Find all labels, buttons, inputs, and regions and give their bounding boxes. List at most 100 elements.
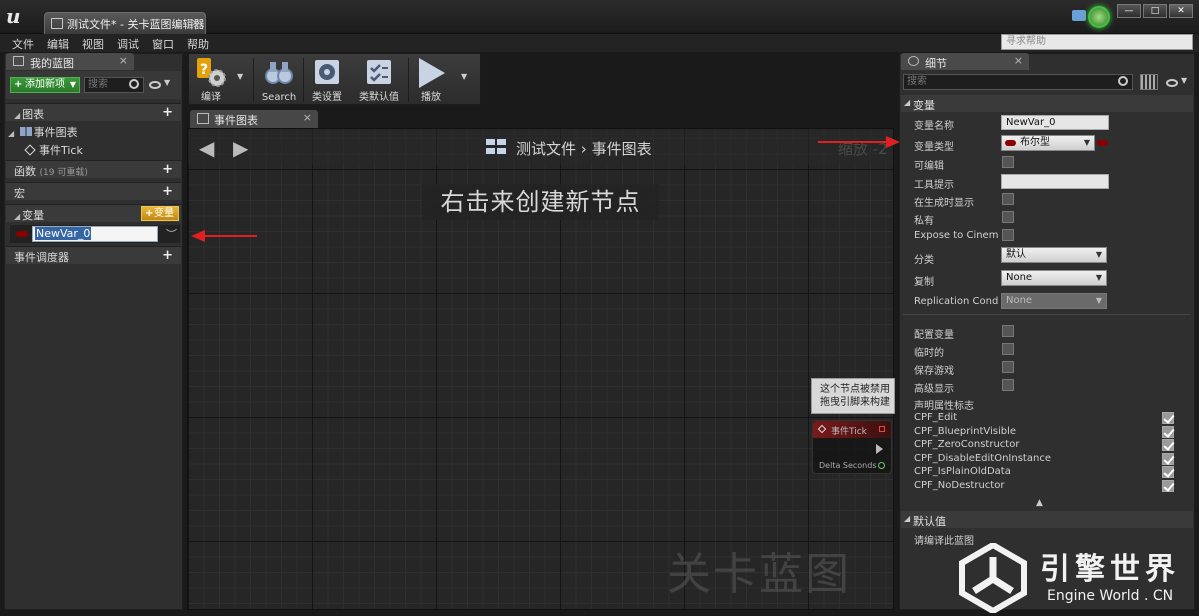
help-search-input[interactable]: 寻求帮助 bbox=[1001, 34, 1193, 50]
delegate-pin-icon[interactable] bbox=[879, 426, 885, 432]
event-graph-icon bbox=[486, 139, 506, 155]
prop-label-transient: 临时的 bbox=[914, 348, 944, 359]
category-value: 默认 bbox=[1006, 249, 1026, 260]
section-macros-label: 宏 bbox=[14, 187, 25, 200]
menu-help[interactable]: 帮助 bbox=[187, 34, 222, 52]
transient-checkbox[interactable] bbox=[1002, 343, 1014, 355]
tab-event-graph[interactable]: 事件图表 × bbox=[190, 110, 318, 128]
add-graph-button[interactable]: + bbox=[162, 105, 173, 120]
prop-label-variable-name: 变量名称 bbox=[914, 121, 954, 132]
add-new-button[interactable]: + 添加新项 ▼ bbox=[10, 77, 80, 93]
compile-label: 编译 bbox=[201, 92, 221, 103]
level-blueprint-watermark: 关卡蓝图 bbox=[667, 549, 851, 600]
collapse-advanced-icon[interactable]: ▲ bbox=[1036, 498, 1043, 508]
tree-item-event-graph[interactable]: ◢ 事件图表 bbox=[8, 124, 178, 140]
search-icon[interactable] bbox=[1118, 76, 1128, 86]
chevron-down-icon[interactable]: ︶ bbox=[166, 226, 177, 242]
prop-label-private: 私有 bbox=[914, 216, 934, 227]
section-event-dispatchers[interactable]: 事件调度器 + bbox=[6, 246, 181, 264]
replication-condition-dropdown[interactable]: None ▼ bbox=[1001, 293, 1107, 309]
save-game-checkbox[interactable] bbox=[1002, 361, 1014, 373]
chevron-down-icon[interactable]: ▼ bbox=[164, 78, 170, 87]
tab-details[interactable]: 细节 × bbox=[901, 53, 1029, 70]
class-defaults-button[interactable]: 类默认值 bbox=[355, 54, 403, 106]
document-tab[interactable]: 测试文件* - 关卡蓝图编辑器 × bbox=[44, 12, 206, 34]
minimize-button[interactable]: — bbox=[1117, 4, 1141, 18]
close-window-button[interactable]: ✕ bbox=[1169, 4, 1193, 18]
eye-icon[interactable] bbox=[149, 81, 161, 89]
add-event-dispatcher-button[interactable]: + bbox=[162, 248, 173, 263]
compile-button[interactable]: ? 编译 bbox=[191, 54, 231, 106]
menu-debug[interactable]: 调试 bbox=[117, 34, 152, 52]
section-variables-label: 变量 bbox=[22, 209, 45, 222]
unreal-source-control-icon[interactable] bbox=[1088, 6, 1110, 28]
close-icon[interactable]: × bbox=[191, 16, 200, 29]
section-default-value[interactable]: ◢ 默认值 bbox=[901, 511, 1193, 528]
class-settings-button[interactable]: 类设置 bbox=[307, 54, 347, 106]
engine-world-name: 引擎世界 bbox=[1040, 552, 1180, 587]
flag-label: CPF_Edit bbox=[914, 412, 958, 423]
close-icon[interactable]: × bbox=[1014, 54, 1023, 67]
tab-event-graph-label: 事件图表 bbox=[214, 114, 258, 127]
category-dropdown[interactable]: 默认 ▼ bbox=[1001, 247, 1107, 263]
menu-edit[interactable]: 编辑 bbox=[47, 34, 82, 52]
compile-options-chevron-icon[interactable]: ▼ bbox=[237, 72, 243, 81]
checklist-icon bbox=[367, 60, 391, 84]
chevron-down-icon[interactable]: ▼ bbox=[1181, 76, 1187, 85]
property-matrix-icon[interactable] bbox=[1140, 74, 1158, 90]
feedback-icon[interactable] bbox=[1072, 10, 1086, 21]
container-type-pill-icon[interactable] bbox=[1097, 140, 1108, 146]
section-variable-label: 变量 bbox=[913, 99, 935, 112]
menu-window[interactable]: 窗口 bbox=[152, 34, 187, 52]
section-graphs[interactable]: ◢ 图表 + bbox=[6, 103, 181, 121]
editable-checkbox[interactable] bbox=[1002, 156, 1014, 168]
annotation-arrow-variable bbox=[191, 230, 257, 242]
config-variable-checkbox[interactable] bbox=[1002, 325, 1014, 337]
add-function-button[interactable]: + bbox=[162, 162, 173, 177]
breadcrumb: 测试文件 › 事件图表 bbox=[516, 138, 652, 159]
exec-output-pin-icon[interactable] bbox=[876, 444, 883, 454]
tooltip-field[interactable] bbox=[1001, 174, 1109, 189]
tab-my-blueprint[interactable]: 我的蓝图 × bbox=[6, 53, 134, 70]
section-variable[interactable]: ◢ 变量 bbox=[901, 95, 1193, 112]
event-tick-label: 事件Tick bbox=[39, 144, 83, 157]
section-macros[interactable]: 宏 + bbox=[6, 182, 181, 200]
play-options-chevron-icon[interactable]: ▼ bbox=[461, 72, 467, 81]
maximize-button[interactable]: □ bbox=[1143, 4, 1167, 18]
section-event-dispatchers-label: 事件调度器 bbox=[14, 251, 69, 264]
menu-view[interactable]: 视图 bbox=[82, 34, 117, 52]
event-tick-node-header[interactable]: 事件Tick bbox=[813, 421, 891, 438]
section-functions[interactable]: 函数 (19 可重载) + bbox=[6, 160, 181, 178]
add-macro-button[interactable]: + bbox=[162, 184, 173, 199]
breadcrumb-root[interactable]: 测试文件 bbox=[516, 140, 576, 158]
advanced-display-checkbox[interactable] bbox=[1002, 379, 1014, 391]
search-button[interactable]: Search bbox=[259, 54, 299, 106]
close-icon[interactable]: × bbox=[119, 54, 128, 67]
unreal-logo-icon[interactable]: u bbox=[6, 4, 28, 28]
variable-name-input[interactable]: NewVar_0 bbox=[32, 226, 158, 242]
expose-cinematics-checkbox[interactable] bbox=[1002, 229, 1014, 241]
delta-seconds-pin-icon[interactable] bbox=[878, 462, 885, 469]
variable-row[interactable]: NewVar_0 ︶ bbox=[10, 225, 180, 243]
divider bbox=[903, 314, 1191, 315]
event-tick-node[interactable]: 事件Tick Delta Seconds bbox=[812, 420, 892, 474]
plus-icon: + bbox=[14, 79, 23, 90]
search-icon[interactable] bbox=[129, 79, 139, 89]
private-checkbox[interactable] bbox=[1002, 211, 1014, 223]
replication-dropdown[interactable]: None ▼ bbox=[1001, 270, 1107, 286]
play-button[interactable]: 播放 bbox=[411, 54, 451, 106]
show-on-spawn-checkbox[interactable] bbox=[1002, 193, 1014, 205]
details-search-input[interactable]: 搜索 bbox=[903, 74, 1133, 90]
eye-icon[interactable] bbox=[1166, 79, 1178, 87]
document-tab-label: 测试文件* - 关卡蓝图编辑器 bbox=[67, 18, 205, 31]
tree-item-event-tick[interactable]: 事件Tick bbox=[24, 142, 176, 158]
flag-label: CPF_IsPlainOldData bbox=[914, 466, 1011, 477]
variable-type-dropdown[interactable]: 布尔型 ▼ bbox=[1001, 135, 1095, 151]
variable-name-field[interactable]: NewVar_0 bbox=[1001, 115, 1109, 130]
menu-file[interactable]: 文件 bbox=[12, 34, 47, 52]
back-arrow-icon[interactable]: ◀ bbox=[199, 136, 214, 160]
expand-triangle-icon: ◢ bbox=[14, 212, 21, 221]
close-icon[interactable]: × bbox=[303, 111, 312, 124]
forward-arrow-icon[interactable]: ▶ bbox=[233, 136, 248, 160]
add-variable-button[interactable]: + 变量 bbox=[141, 206, 179, 221]
